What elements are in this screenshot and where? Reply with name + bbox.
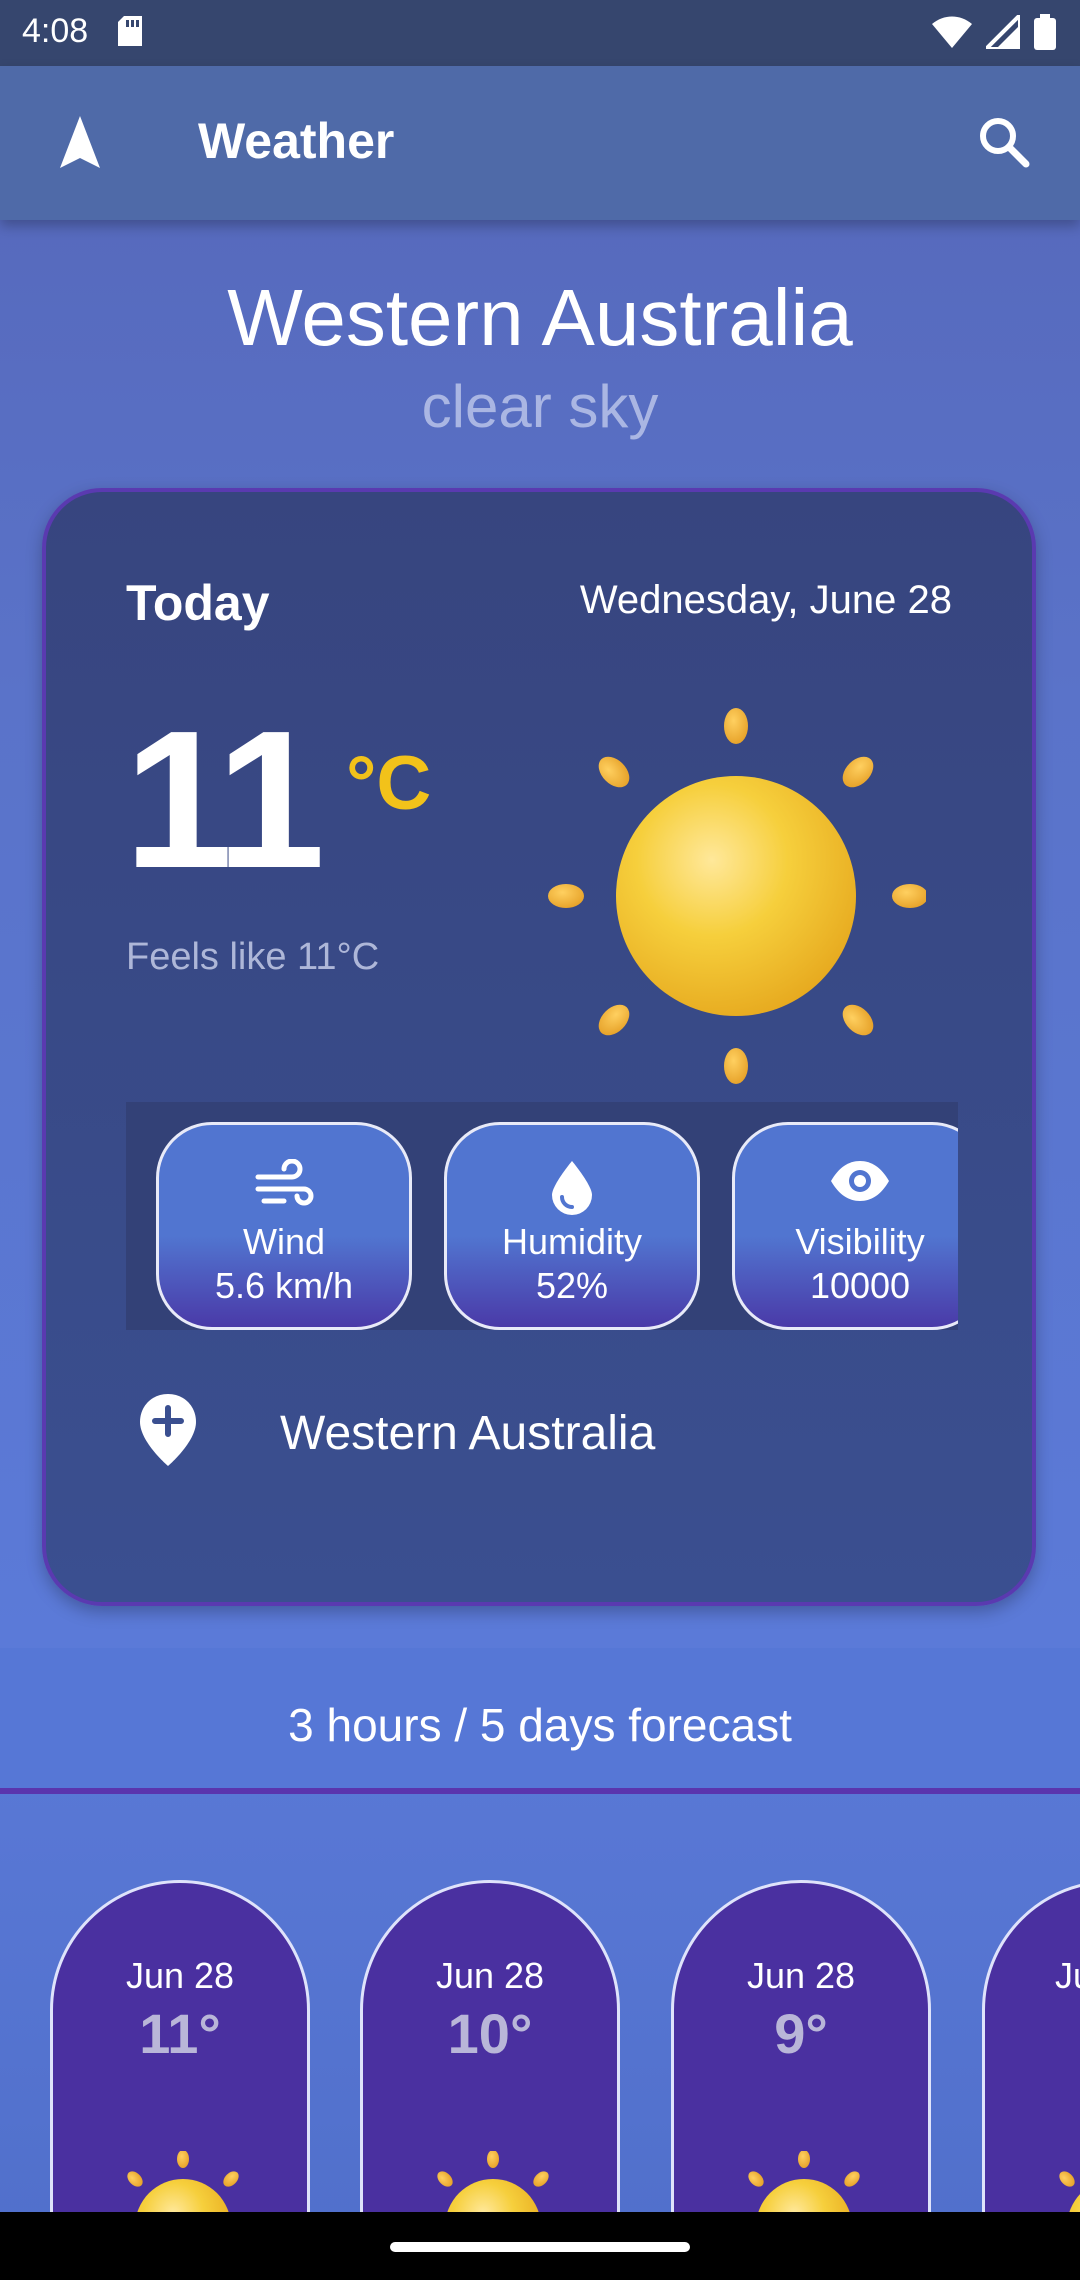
forecast-title: 3 hours / 5 days forecast xyxy=(288,1699,792,1751)
forecast-card[interactable]: Jun 28 11° xyxy=(50,1880,310,2212)
sun-icon xyxy=(1047,2151,1080,2212)
forecast-card[interactable]: Jun 28 9° xyxy=(671,1880,931,2212)
location-title: Western Australia xyxy=(227,273,853,362)
stats-carousel[interactable]: Wind 5.6 km/h Humidity 52% Visibility 10… xyxy=(126,1102,958,1330)
wifi-icon xyxy=(932,16,972,57)
humidity-label: Humidity xyxy=(501,1221,643,1262)
forecast-header: 3 hours / 5 days forecast xyxy=(0,1648,1080,1794)
forecast-temp: 11° xyxy=(139,2002,221,2065)
feels-like: Feels like 11°C xyxy=(126,936,380,978)
temperature-unit: °C xyxy=(346,741,432,826)
wind-value: 5.6 km/h xyxy=(214,1265,354,1306)
sun-icon xyxy=(546,706,928,1086)
forecast-date: Jun 28 xyxy=(125,1955,235,1996)
location-arrow-button[interactable] xyxy=(48,110,112,174)
forecast-date: Jun 28 xyxy=(435,1955,545,1996)
forecast-date: Jun 28 xyxy=(746,1955,856,1996)
current-temperature: 11 xyxy=(124,690,325,909)
forecast-temp: 9° xyxy=(774,2002,828,2065)
status-time: 4:08 xyxy=(22,12,89,50)
sun-icon xyxy=(425,2150,561,2212)
app-bar: Weather xyxy=(0,66,1080,220)
humidity-value: 52% xyxy=(535,1265,609,1306)
today-card: Today Wednesday, June 28 11 °C Feels lik… xyxy=(42,488,1036,1606)
wind-card: Wind 5.6 km/h xyxy=(156,1122,412,1330)
add-location-icon xyxy=(138,1392,198,1468)
search-icon xyxy=(980,118,1030,168)
navigation-arrow-icon xyxy=(60,116,100,168)
today-label: Today xyxy=(126,575,270,631)
eye-icon xyxy=(735,1159,958,1215)
water-drop-icon xyxy=(447,1159,697,1215)
sun-icon xyxy=(736,2150,872,2212)
wind-icon xyxy=(159,1159,409,1215)
humidity-card: Humidity 52% xyxy=(444,1122,700,1330)
status-bar: 4:08 xyxy=(0,0,1080,66)
system-nav-bar xyxy=(0,2212,1080,2280)
today-date: Wednesday, June 28 xyxy=(579,578,952,622)
weather-condition: clear sky xyxy=(421,373,659,440)
app-title: Weather xyxy=(198,113,395,169)
home-gesture-handle[interactable] xyxy=(390,2242,690,2252)
visibility-value: 10000 xyxy=(809,1265,911,1306)
wind-label: Wind xyxy=(242,1221,326,1262)
forecast-card[interactable]: Ju xyxy=(982,1880,1080,2212)
sd-card-icon xyxy=(118,16,142,55)
location-name: Western Australia xyxy=(280,1407,656,1460)
forecast-temp: 10° xyxy=(447,2002,533,2065)
battery-icon xyxy=(1034,14,1056,59)
signal-icon xyxy=(981,10,1022,58)
visibility-card: Visibility 10000 xyxy=(732,1122,958,1330)
sun-icon xyxy=(115,2150,251,2212)
visibility-label: Visibility xyxy=(795,1221,925,1262)
forecast-date: Ju xyxy=(1055,1955,1080,1996)
forecast-carousel[interactable]: Jun 28 11° Jun 28 10° Jun 28 9° Ju xyxy=(0,1880,1080,2212)
forecast-card[interactable]: Jun 28 10° xyxy=(360,1880,620,2212)
search-button[interactable] xyxy=(970,108,1038,176)
